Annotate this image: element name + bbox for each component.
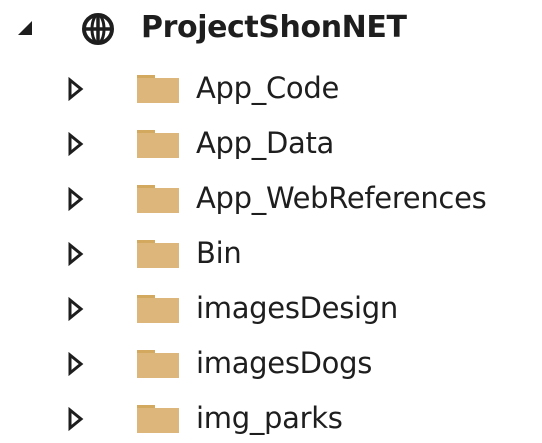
solution-explorer-tree: ProjectShonNET App_Code App_Data App_Web… — [0, 0, 542, 443]
project-name: ProjectShonNET — [141, 10, 407, 45]
collapsed-arrow-icon[interactable] — [62, 399, 88, 439]
tree-node-folder[interactable]: Bin — [0, 228, 542, 278]
folder-icon — [136, 405, 180, 433]
collapsed-arrow-icon[interactable] — [62, 69, 88, 109]
expanded-arrow-icon[interactable] — [12, 7, 38, 47]
tree-node-folder[interactable]: App_WebReferences — [0, 173, 542, 223]
folder-label: img_parks — [196, 401, 343, 435]
tree-node-folder[interactable]: img_parks — [0, 393, 542, 443]
collapsed-arrow-icon[interactable] — [62, 124, 88, 164]
globe-icon — [79, 10, 117, 48]
folder-label: Bin — [196, 236, 242, 270]
tree-node-folder[interactable]: App_Code — [0, 63, 542, 113]
folder-icon — [136, 240, 180, 268]
folder-icon — [136, 185, 180, 213]
tree-node-folder[interactable]: imagesDesign — [0, 283, 542, 333]
folder-icon — [136, 75, 180, 103]
tree-node-project[interactable]: ProjectShonNET — [0, 3, 542, 53]
tree-node-folder[interactable]: App_Data — [0, 118, 542, 168]
folder-icon — [136, 295, 180, 323]
folder-icon — [136, 130, 180, 158]
folder-label: App_Code — [196, 71, 339, 105]
collapsed-arrow-icon[interactable] — [62, 344, 88, 384]
folder-icon — [136, 350, 180, 378]
collapsed-arrow-icon[interactable] — [62, 234, 88, 274]
collapsed-arrow-icon[interactable] — [62, 179, 88, 219]
folder-label: imagesDogs — [196, 346, 373, 380]
tree-node-folder[interactable]: imagesDogs — [0, 338, 542, 388]
folder-label: App_WebReferences — [196, 181, 487, 215]
folder-label: imagesDesign — [196, 291, 398, 325]
collapsed-arrow-icon[interactable] — [62, 289, 88, 329]
folder-label: App_Data — [196, 126, 334, 160]
